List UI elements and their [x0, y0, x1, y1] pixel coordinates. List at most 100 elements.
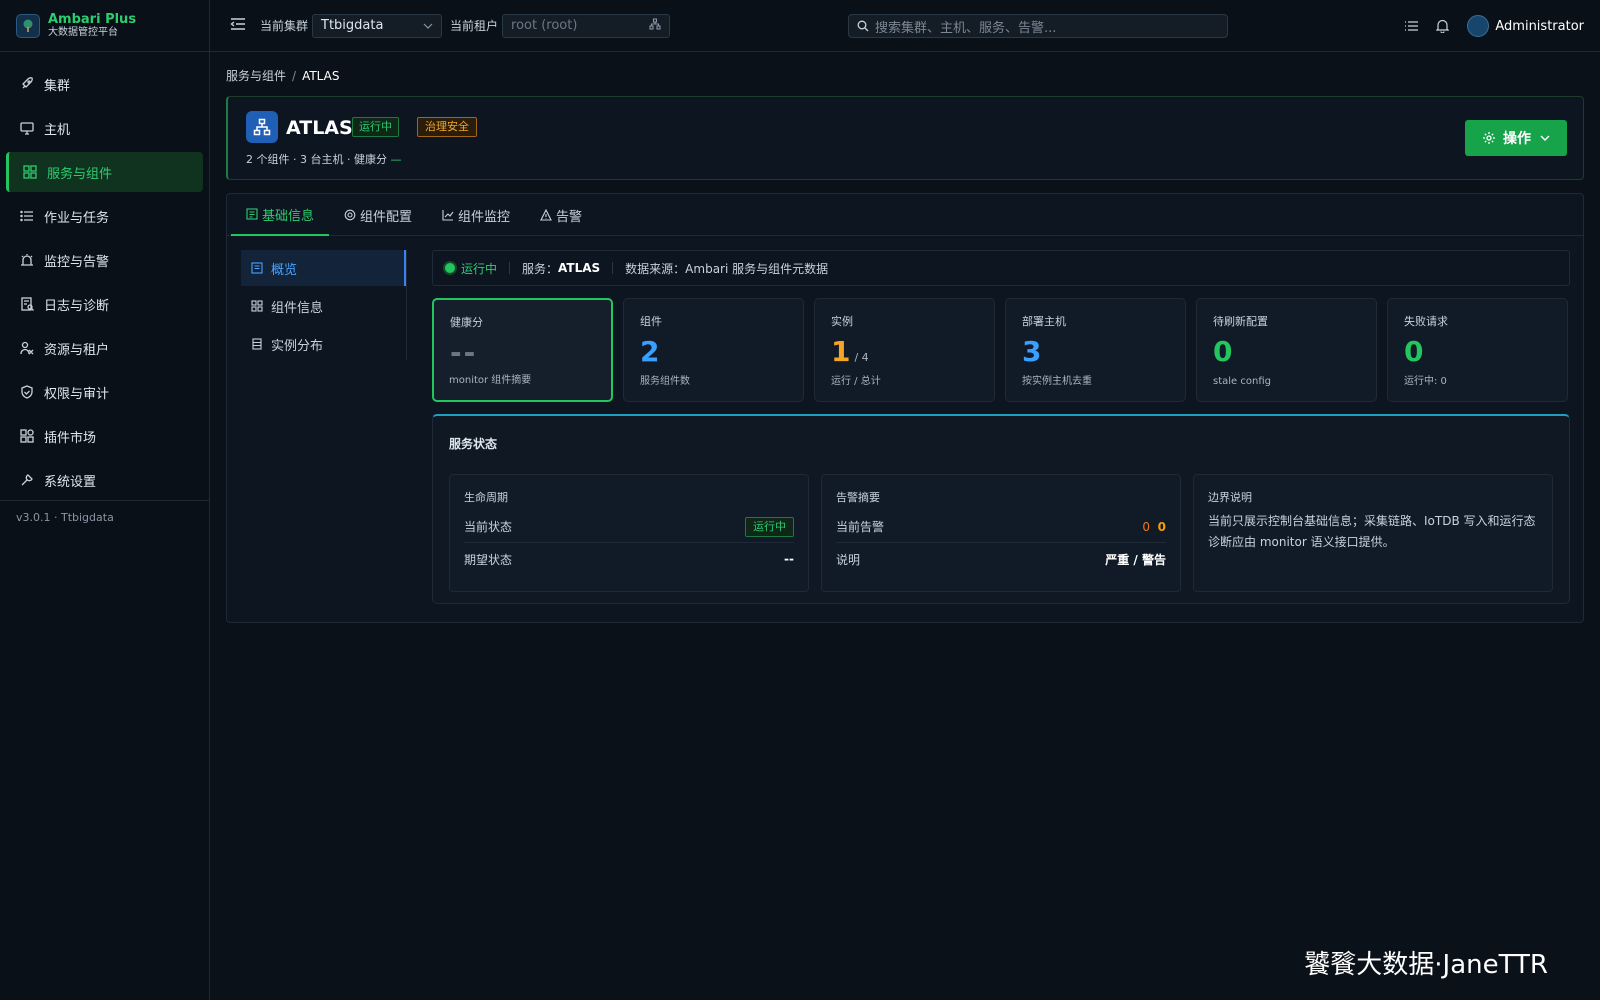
metric-card-stale-config[interactable]: 待刷新配置 0 stale config — [1196, 298, 1377, 402]
actions-label: 操作 — [1503, 131, 1531, 147]
metric-value: -- — [450, 336, 478, 369]
alert-counts: 0 0 — [1142, 520, 1166, 534]
user-name: Administrator — [1495, 18, 1584, 34]
critical-count: 0 — [1142, 519, 1150, 534]
metric-value: 3 — [1022, 335, 1042, 368]
tab-label: 组件监控 — [458, 209, 511, 225]
desired-state-row: 期望状态 -- — [464, 543, 794, 575]
tab-alerts[interactable]: 告警 — [525, 194, 597, 236]
category-badge: 治理安全 — [417, 117, 477, 137]
cluster-select[interactable]: Ttbigdata — [312, 13, 443, 38]
search-placeholder: 搜索集群、主机、服务、告警... — [875, 20, 1057, 36]
service-value: ATLAS — [558, 261, 601, 275]
actions-button[interactable]: 操作 — [1465, 120, 1567, 156]
subnav-label: 实例分布 — [271, 338, 324, 354]
metric-value: 0 — [1213, 335, 1233, 368]
sidebar-item-hosts[interactable]: 主机 — [6, 108, 203, 148]
sidebar-item-label: 监控与告警 — [44, 254, 110, 270]
metric-card-instances[interactable]: 实例 1/ 4 运行 / 总计 — [814, 298, 995, 402]
sidebar-item-monitoring[interactable]: 监控与告警 — [6, 240, 203, 280]
info-icon — [246, 208, 258, 220]
sidebar-item-label: 资源与租户 — [44, 342, 110, 358]
brand[interactable]: Ambari Plus 大数据管控平台 — [0, 0, 209, 52]
warning-icon — [540, 209, 552, 221]
alert-note-label: 说明 — [836, 552, 861, 567]
tab-component-config[interactable]: 组件配置 — [329, 194, 427, 236]
source-value: Ambari 服务与组件元数据 — [685, 261, 829, 276]
bell-icon[interactable] — [1436, 19, 1450, 33]
task-list-icon[interactable] — [1404, 20, 1419, 32]
grid-icon — [251, 300, 263, 312]
brand-subtitle: 大数据管控平台 — [48, 26, 118, 38]
list-icon — [20, 209, 34, 223]
desired-state-value: -- — [784, 552, 794, 566]
tenant-select[interactable]: root (root) — [502, 13, 671, 38]
sidebar-item-plugins[interactable]: 插件市场 — [6, 416, 203, 456]
divider — [612, 262, 614, 274]
shield-icon — [20, 385, 34, 399]
global-search-input[interactable]: 搜索集群、主机、服务、告警... — [848, 14, 1228, 38]
chevron-down-icon — [423, 18, 433, 33]
sidebar-item-logs[interactable]: 日志与诊断 — [6, 284, 203, 324]
tab-basic-info[interactable]: 基础信息 — [231, 194, 330, 236]
metric-title: 健康分 — [450, 316, 483, 329]
boundary-title: 边界说明 — [1208, 491, 1252, 504]
metric-value: 0 — [1404, 335, 1424, 368]
sidebar: Ambari Plus 大数据管控平台 集群 主机 服务与组件 作业与任务 监控… — [0, 0, 210, 1000]
rocket-icon — [20, 77, 34, 91]
chart-icon — [442, 209, 454, 221]
sidebar-item-permissions[interactable]: 权限与审计 — [6, 372, 203, 412]
collapse-menu-icon[interactable] — [230, 17, 248, 35]
breadcrumb-current: ATLAS — [302, 69, 340, 83]
running-dot-icon — [445, 263, 455, 273]
service-summary-text: 2 个组件 · 3 台主机 · 健康分 — [246, 153, 387, 166]
service-detail-panel: 基础信息 组件配置 组件监控 告警 概览 组件信息 实例分布 运行中 服务： AT… — [226, 193, 1584, 623]
user-menu[interactable]: Administrator — [1467, 15, 1584, 37]
metric-card-health[interactable]: 健康分 -- monitor 组件摘要 — [432, 298, 613, 402]
tenant-label: 当前租户 — [450, 19, 499, 33]
subnav-overview[interactable]: 概览 — [241, 250, 406, 286]
topbar-right: Administrator — [1386, 0, 1584, 52]
tab-label: 告警 — [556, 209, 583, 225]
breadcrumb-parent-link[interactable]: 服务与组件 — [226, 69, 286, 83]
metric-card-components[interactable]: 组件 2 服务组件数 — [623, 298, 804, 402]
metric-value: 2 — [640, 335, 660, 368]
lifecycle-panel: 生命周期 当前状态 运行中 期望状态 -- — [449, 474, 809, 592]
subnav-components[interactable]: 组件信息 — [241, 288, 406, 324]
sidebar-item-cluster[interactable]: 集群 — [6, 64, 203, 104]
metric-subtitle: 运行 / 总计 — [831, 376, 881, 387]
alert-summary-title: 告警摘要 — [836, 491, 880, 504]
sidebar-item-services[interactable]: 服务与组件 — [6, 152, 203, 192]
metric-card-hosts[interactable]: 部署主机 3 按实例主机去重 — [1005, 298, 1186, 402]
metric-title: 实例 — [831, 315, 853, 328]
subnav-instances[interactable]: 实例分布 — [241, 326, 406, 362]
alarm-icon — [20, 253, 34, 267]
alert-note-row: 说明 严重 / 警告 — [836, 543, 1166, 575]
subnav-label: 概览 — [271, 262, 298, 278]
chevron-down-icon — [1540, 135, 1550, 141]
table-icon — [251, 338, 263, 350]
status-bar: 运行中 服务： ATLAS 数据来源： Ambari 服务与组件元数据 — [432, 250, 1570, 286]
metric-card-failed-requests[interactable]: 失败请求 0 运行中: 0 — [1387, 298, 1568, 402]
sidebar-item-settings[interactable]: 系统设置 — [6, 460, 203, 500]
current-state-row: 当前状态 运行中 — [464, 511, 794, 543]
divider — [509, 262, 511, 274]
sidebar-item-jobs[interactable]: 作业与任务 — [6, 196, 203, 236]
overview-content: 运行中 服务： ATLAS 数据来源： Ambari 服务与组件元数据 健康分 --… — [432, 250, 1570, 604]
service-status-section: 服务状态 生命周期 当前状态 运行中 期望状态 -- 告警摘要 当前告警 0 0 说明… — [432, 414, 1570, 604]
alert-note-value: 严重 / 警告 — [1105, 552, 1166, 567]
current-state-badge: 运行中 — [745, 516, 794, 537]
watermark: 饕餮大数据·JaneTTR — [1304, 950, 1548, 980]
tab-component-monitor[interactable]: 组件监控 — [427, 194, 525, 236]
sidebar-item-resources[interactable]: 资源与租户 — [6, 328, 203, 368]
metric-subtitle: 运行中: 0 — [1404, 376, 1447, 387]
breadcrumb-separator: / — [292, 69, 297, 83]
service-label: 服务： — [522, 261, 559, 276]
sidebar-item-label: 插件市场 — [44, 430, 97, 446]
service-header: ATLAS 运行中 治理安全 2 个组件 · 3 台主机 · 健康分 — 操作 — [226, 96, 1584, 180]
grid-icon — [23, 165, 37, 179]
sub-navigation: 概览 组件信息 实例分布 — [241, 250, 407, 360]
brand-title: Ambari Plus — [48, 11, 137, 27]
metric-title: 失败请求 — [1404, 315, 1448, 328]
metric-title: 组件 — [640, 315, 662, 328]
